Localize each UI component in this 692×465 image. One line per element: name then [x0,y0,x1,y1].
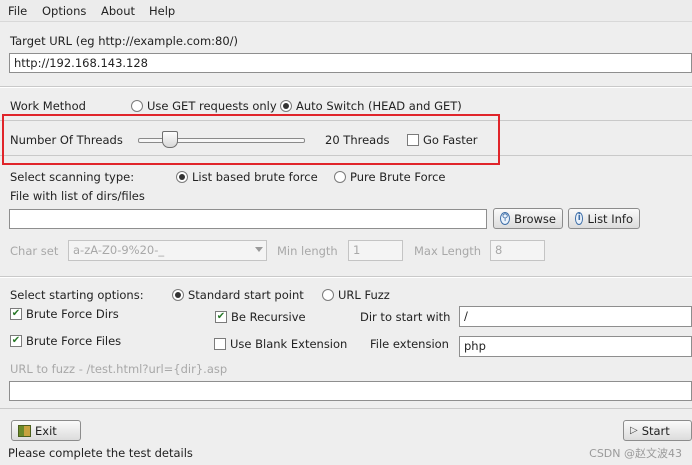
menu-about[interactable]: About [101,4,135,18]
menu-help[interactable]: Help [149,4,175,18]
exit-button[interactable]: Exit [11,420,81,441]
max-length-input[interactable]: 8 [490,240,545,261]
separator [0,87,692,88]
watermark: CSDN @赵文波43 [589,447,682,460]
blank-extension-checkbox[interactable] [214,338,226,350]
standard-start-label: Standard start point [188,288,304,302]
list-info-label: List Info [587,211,633,226]
brute-dirs-checkbox[interactable]: ✔ [10,308,22,320]
info-icon: i [575,212,584,225]
status-text: Please complete the test details [8,446,193,460]
brute-dirs-label: Brute Force Dirs [26,307,119,321]
browse-button[interactable]: ⚲ Browse [493,208,563,229]
min-length-input[interactable]: 1 [348,240,403,261]
url-fuzz-label: URL Fuzz [338,288,390,302]
auto-switch-label: Auto Switch (HEAD and GET) [296,99,462,113]
menu-options[interactable]: Options [42,4,86,18]
brute-files-label: Brute Force Files [26,334,122,348]
url-fuzz-input[interactable] [9,381,692,401]
separator [0,408,692,409]
start-button[interactable]: ▷ Start [623,420,692,441]
charset-value: a-zA-Z0-9%20-_ [73,243,165,257]
highlight-box [2,114,500,165]
charset-label: Char set [10,244,59,258]
blank-extension-label: Use Blank Extension [230,337,348,351]
list-info-button[interactable]: i List Info [568,208,640,229]
be-recursive-label: Be Recursive [231,310,306,324]
pure-brute-label: Pure Brute Force [350,170,446,184]
scan-type-label: Select scanning type: [10,170,135,184]
target-url-input[interactable]: http://192.168.143.128 [9,53,692,73]
start-label: Start [641,423,670,438]
be-recursive-checkbox[interactable]: ✔ [215,311,227,323]
get-only-radio[interactable] [131,100,143,112]
browse-label: Browse [514,211,556,226]
standard-start-radio[interactable] [172,289,184,301]
charset-select[interactable]: a-zA-Z0-9%20-_ [68,240,267,261]
target-url-label: Target URL (eg http://example.com:80/) [10,34,239,48]
dir-start-label: Dir to start with [360,310,451,324]
file-list-input[interactable] [9,209,487,229]
brute-files-checkbox[interactable]: ✔ [10,335,22,347]
search-icon: ⚲ [500,212,511,225]
play-icon: ▷ [630,425,638,436]
menu-file[interactable]: File [8,4,27,18]
auto-switch-radio[interactable] [280,100,292,112]
file-extension-label: File extension [370,337,449,351]
url-fuzz-field-label: URL to fuzz - /test.html?url={dir}.asp [10,362,228,376]
file-extension-input[interactable]: php [459,336,692,357]
min-length-label: Min length [277,244,338,258]
file-list-label: File with list of dirs/files [10,189,145,203]
exit-icon [18,424,31,437]
work-method-label: Work Method [10,99,86,113]
get-only-label: Use GET requests only [147,99,277,113]
url-fuzz-radio[interactable] [322,289,334,301]
max-length-label: Max Length [414,244,482,258]
menu-bar: File Options About Help [0,0,692,22]
separator [0,277,692,278]
chevron-down-icon [255,247,263,252]
list-based-label: List based brute force [192,170,318,184]
dir-start-input[interactable]: / [459,306,692,327]
pure-brute-radio[interactable] [334,171,346,183]
list-based-radio[interactable] [176,171,188,183]
start-options-label: Select starting options: [10,288,144,302]
exit-label: Exit [35,423,57,438]
